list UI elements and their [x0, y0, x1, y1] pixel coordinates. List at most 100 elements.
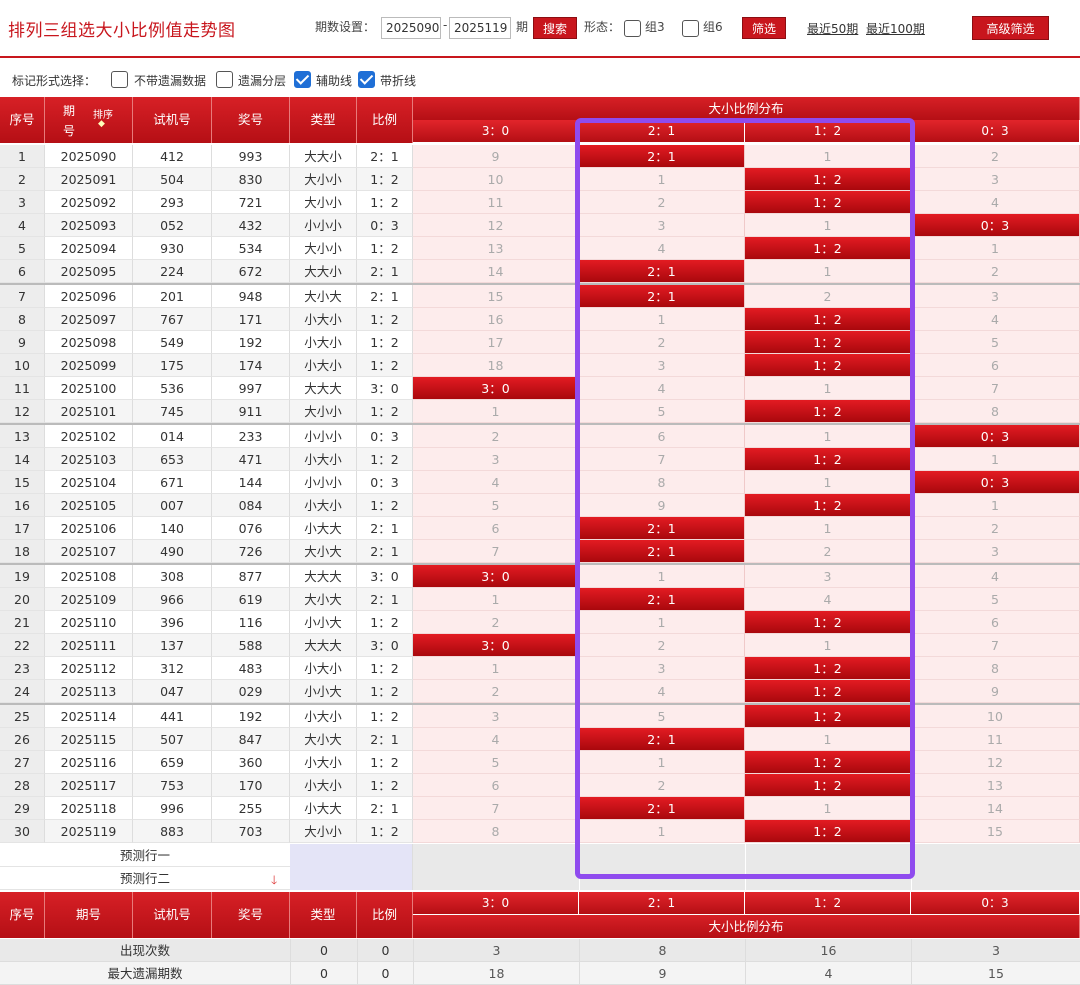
cell-trial: 883 — [133, 820, 212, 843]
predict-row-2[interactable]: 预测行二 — [0, 867, 290, 890]
cell-win: 192 — [212, 331, 290, 354]
dist-miss-cell: 6 — [911, 611, 1080, 634]
cell-type: 小小大 — [290, 680, 357, 703]
cell-trial: 930 — [133, 237, 212, 260]
cell-type: 小大大 — [290, 517, 357, 540]
dist-miss-cell: 7 — [579, 448, 745, 471]
last-100-link[interactable]: 最近100期 — [866, 20, 925, 37]
stat-label: 出现次数 — [0, 939, 290, 962]
dist-hit-cell: 1：2 — [745, 774, 911, 797]
cell-issue: 2025096 — [45, 285, 133, 308]
cell-win: 703 — [212, 820, 290, 843]
cell-win: 997 — [212, 377, 290, 400]
cell-ratio: 1：2 — [357, 680, 413, 703]
period-from-input[interactable]: 2025090 — [381, 17, 441, 39]
header-trial: 试机号 — [133, 97, 212, 143]
cell-type: 小大小 — [290, 308, 357, 331]
cell-type: 大大大 — [290, 634, 357, 657]
predict-row-1[interactable]: 预测行一 — [0, 844, 290, 867]
cell-seq: 29 — [0, 797, 45, 820]
cell-ratio: 2：1 — [357, 728, 413, 751]
dist-miss-cell: 3 — [911, 168, 1080, 191]
last-50-link[interactable]: 最近50期 — [807, 20, 858, 37]
cell-seq: 21 — [0, 611, 45, 634]
cell-trial: 007 — [133, 494, 212, 517]
aux-line-checkbox[interactable] — [294, 71, 311, 88]
dist-miss-cell: 3 — [579, 657, 745, 680]
dist-miss-cell: 7 — [911, 634, 1080, 657]
cell-issue: 2025090 — [45, 145, 133, 168]
cell-win: 588 — [212, 634, 290, 657]
dist-miss-cell: 4 — [745, 588, 911, 611]
advanced-filter-button[interactable]: 高级筛选 — [972, 16, 1049, 40]
cell-seq: 24 — [0, 680, 45, 703]
cell-issue: 2025099 — [45, 354, 133, 377]
dist-miss-cell: 8 — [579, 471, 745, 494]
dist-miss-cell: 8 — [413, 820, 579, 843]
miss-layer-label: 遗漏分层 — [238, 74, 287, 88]
no-miss-label: 不带遗漏数据 — [134, 74, 207, 88]
cell-win: 170 — [212, 774, 290, 797]
cell-type: 小小大 — [290, 611, 357, 634]
dist-miss-cell: 1 — [745, 634, 911, 657]
dist-miss-cell: 4 — [911, 308, 1080, 331]
cell-win: 084 — [212, 494, 290, 517]
cell-type: 小大小 — [290, 354, 357, 377]
stat-type: 0 — [290, 939, 357, 962]
cell-type: 大小小 — [290, 168, 357, 191]
dist-miss-cell: 12 — [413, 214, 579, 237]
dist-hit-cell: 2：1 — [579, 797, 745, 820]
cell-ratio: 1：2 — [357, 611, 413, 634]
cell-trial: 052 — [133, 214, 212, 237]
header-issue[interactable]: 期 号 排序 ◆ — [45, 97, 133, 143]
dist-hit-cell: 1：2 — [745, 354, 911, 377]
dist-miss-cell: 2 — [413, 680, 579, 703]
search-button[interactable]: 搜索 — [533, 17, 577, 39]
footer-header-issue: 期号 — [45, 892, 133, 938]
cell-win: 432 — [212, 214, 290, 237]
stat-value: 3 — [413, 939, 579, 962]
dist-hit-cell: 2：1 — [579, 145, 745, 168]
cell-type: 大小大 — [290, 728, 357, 751]
dist-miss-cell: 8 — [911, 657, 1080, 680]
stat-type: 0 — [290, 962, 357, 985]
period-to-input[interactable]: 2025119 — [449, 17, 511, 39]
cell-win: 192 — [212, 705, 290, 728]
dist-miss-cell: 2 — [745, 285, 911, 308]
cell-win: 877 — [212, 565, 290, 588]
dist-col-header: 3：0 — [413, 120, 579, 142]
dist-hit-cell: 2：1 — [579, 588, 745, 611]
no-miss-checkbox[interactable] — [111, 71, 128, 88]
predict-input-area[interactable] — [290, 844, 413, 890]
cell-seq: 26 — [0, 728, 45, 751]
cell-trial: 140 — [133, 517, 212, 540]
cell-win: 116 — [212, 611, 290, 634]
cell-seq: 1 — [0, 145, 45, 168]
dist-miss-cell: 9 — [911, 680, 1080, 703]
cell-trial: 996 — [133, 797, 212, 820]
dist-miss-cell: 1 — [911, 448, 1080, 471]
cell-trial: 659 — [133, 751, 212, 774]
cell-type: 大大小 — [290, 260, 357, 283]
group3-checkbox[interactable] — [624, 20, 641, 37]
fold-line-checkbox[interactable] — [358, 71, 375, 88]
dist-miss-cell: 3 — [413, 705, 579, 728]
cell-type: 大小大 — [290, 285, 357, 308]
cell-issue: 2025115 — [45, 728, 133, 751]
dist-miss-cell: 7 — [413, 540, 579, 563]
dist-miss-cell: 1 — [745, 728, 911, 751]
cell-win: 948 — [212, 285, 290, 308]
cell-issue: 2025098 — [45, 331, 133, 354]
header-winning: 奖号 — [212, 97, 290, 143]
predict-dist-area[interactable] — [413, 844, 1080, 890]
cell-issue: 2025109 — [45, 588, 133, 611]
filter-button[interactable]: 筛选 — [742, 17, 786, 39]
cell-trial: 175 — [133, 354, 212, 377]
cell-seq: 27 — [0, 751, 45, 774]
cell-seq: 12 — [0, 400, 45, 423]
dist-col-header: 2：1 — [579, 120, 745, 142]
group6-checkbox[interactable] — [682, 20, 699, 37]
cell-win: 672 — [212, 260, 290, 283]
dist-hit-cell: 2：1 — [579, 728, 745, 751]
miss-layer-checkbox[interactable] — [216, 71, 233, 88]
